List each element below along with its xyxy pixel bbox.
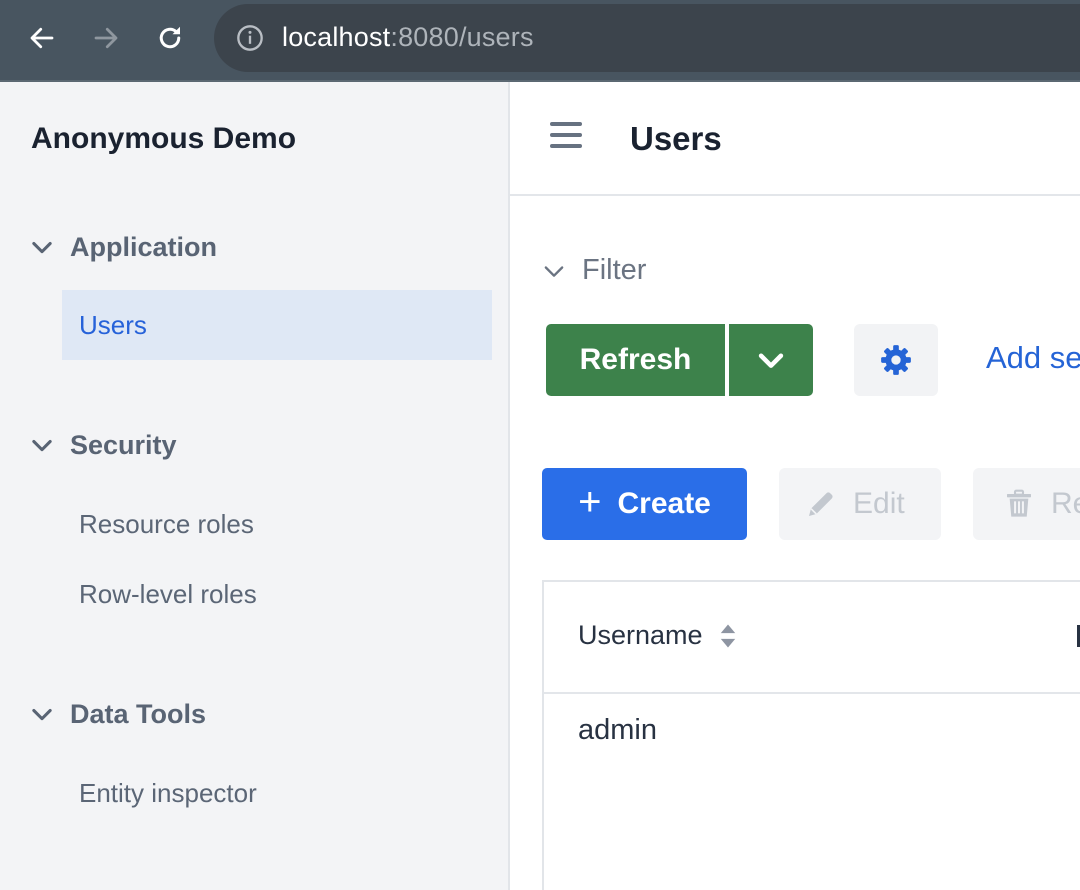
chevron-down-icon — [32, 439, 52, 452]
edit-button[interactable]: Edit — [779, 468, 941, 540]
sidebar-group-label: Data Tools — [70, 698, 207, 729]
main-content: Users Filter Refresh Add se + Create Edi… — [510, 82, 1080, 890]
filter-toggle[interactable]: Filter — [540, 254, 646, 287]
chevron-down-icon — [32, 708, 52, 721]
arrow-right-icon — [94, 27, 118, 49]
sidebar-group-label: Application — [70, 231, 217, 262]
sidebar: Anonymous Demo Application Users Securit… — [0, 82, 510, 890]
url-path: :8080/users — [390, 22, 534, 52]
remove-label: Re — [1051, 487, 1080, 520]
arrow-left-icon — [30, 27, 54, 49]
app-title: Anonymous Demo — [31, 122, 297, 155]
remove-button[interactable]: Re — [973, 468, 1080, 540]
refresh-dropdown-button[interactable] — [729, 324, 813, 396]
table-row[interactable]: admin — [544, 696, 1080, 768]
plus-icon: + — [578, 480, 602, 524]
sidebar-item-entity-inspector[interactable]: Entity inspector — [62, 758, 492, 828]
pencil-icon — [809, 492, 833, 516]
back-button[interactable] — [24, 20, 60, 56]
refresh-button[interactable]: Refresh — [546, 324, 725, 396]
page-title: Users — [630, 120, 722, 157]
browser-toolbar: localhost:8080/users — [0, 0, 1080, 82]
refresh-button-group: Refresh — [546, 324, 813, 396]
url-text[interactable]: localhost:8080/users — [282, 22, 534, 53]
add-search-condition-link[interactable]: Add se — [986, 340, 1080, 376]
address-bar[interactable]: localhost:8080/users — [214, 4, 1080, 72]
filter-settings-button[interactable] — [854, 324, 938, 396]
trash-icon — [1007, 489, 1031, 517]
sidebar-group-label: Security — [70, 429, 177, 460]
url-host: localhost — [282, 22, 391, 52]
sidebar-item-resource-roles[interactable]: Resource roles — [62, 489, 492, 559]
sidebar-group-header-security[interactable]: Security — [28, 425, 177, 465]
sidebar-group-header-application[interactable]: Application — [28, 227, 217, 267]
info-circle-icon[interactable] — [236, 24, 264, 52]
hamburger-icon[interactable] — [550, 122, 586, 152]
create-button[interactable]: + Create — [542, 468, 747, 540]
cell-username: admin — [578, 714, 657, 746]
column-header-label: Username — [578, 620, 703, 650]
chevron-down-icon — [758, 353, 784, 368]
table-header: Username — [544, 582, 1080, 694]
page-header: Users — [510, 82, 1080, 196]
chevron-down-icon — [32, 241, 52, 254]
forward-button[interactable] — [88, 20, 124, 56]
gear-icon — [881, 345, 911, 375]
reload-icon — [159, 26, 181, 49]
filter-label: Filter — [582, 254, 647, 286]
create-label: Create — [617, 487, 711, 520]
users-table: Username admin — [542, 580, 1080, 890]
chevron-down-icon — [544, 265, 564, 277]
column-header-username[interactable]: Username — [578, 620, 737, 651]
sidebar-group-header-data-tools[interactable]: Data Tools — [28, 694, 206, 734]
sort-icon — [720, 623, 735, 648]
sidebar-item-users[interactable]: Users — [62, 290, 492, 360]
edit-label: Edit — [853, 487, 905, 520]
reload-button[interactable] — [152, 20, 188, 56]
sidebar-item-row-level-roles[interactable]: Row-level roles — [62, 559, 492, 629]
